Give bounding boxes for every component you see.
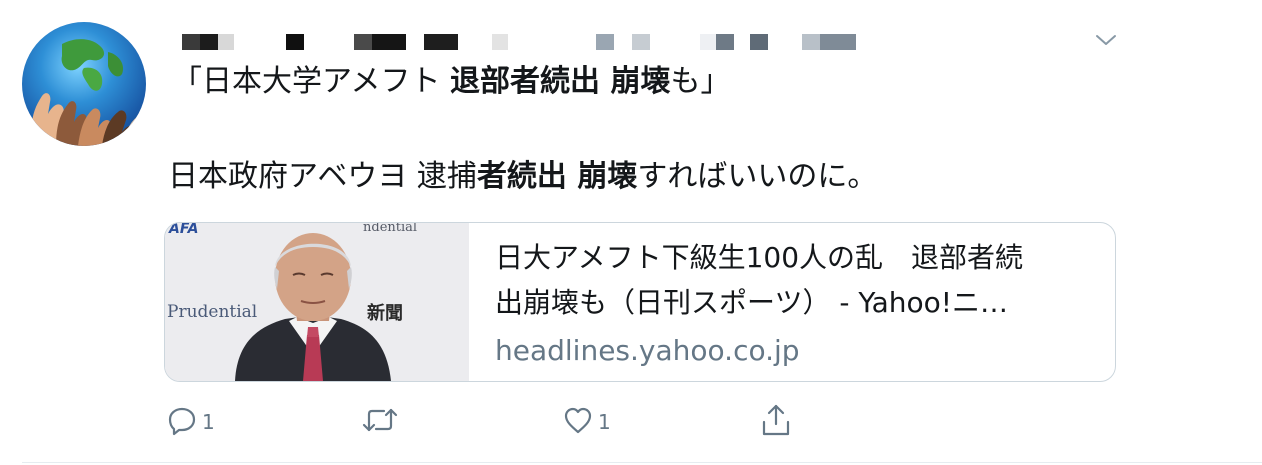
thumb-top-text: ndential — [363, 223, 417, 235]
body-part1: 日本政府アベウヨ 逮捕 — [168, 159, 477, 194]
tweet-quote-line: 「日本大学アメフト 退部者続出 崩壊も」 — [172, 62, 731, 102]
reply-icon — [166, 404, 198, 441]
share-icon — [758, 402, 794, 443]
like-button[interactable]: 1 — [562, 402, 611, 442]
card-thumbnail: AFA ndential Prudential 新聞 — [165, 223, 469, 381]
tweet-actions: 1 1 — [164, 402, 804, 442]
body-part2: すればいいのに。 — [637, 159, 878, 194]
thumb-logo-text: AFA — [168, 223, 198, 237]
reply-count: 1 — [202, 410, 215, 434]
tweet[interactable]: 「日本大学アメフト 退部者続出 崩壊も」 日本政府アベウヨ 逮捕者続出 崩壊すれ… — [0, 0, 1262, 465]
chevron-down-icon[interactable] — [1094, 28, 1118, 52]
tweet-body: 日本政府アベウヨ 逮捕者続出 崩壊すればいいのに。 — [168, 157, 877, 197]
card-text[interactable]: 日大アメフト下級生100人の乱 退部者続 出崩壊も（日刊スポーツ） - Yaho… — [495, 235, 1095, 371]
heart-icon — [562, 404, 594, 441]
link-card[interactable]: AFA ndential Prudential 新聞 日大アメフト下級生100人… — [164, 222, 1116, 382]
thumb-left-text: Prudential — [167, 302, 257, 322]
card-domain: headlines.yahoo.co.jp — [495, 334, 800, 367]
card-title-line1: 日大アメフト下級生100人の乱 退部者続 — [495, 241, 1024, 274]
quote-bold: 退部者続出 崩壊 — [450, 64, 671, 99]
divider — [22, 462, 1262, 463]
redacted-author-name[interactable] — [182, 34, 882, 52]
retweet-icon — [360, 404, 400, 441]
share-button[interactable] — [758, 402, 794, 442]
globe-hands-image — [31, 39, 145, 146]
avatar[interactable] — [22, 22, 146, 146]
like-count: 1 — [598, 410, 611, 434]
quote-prefix: 「日本大学アメフト — [172, 64, 451, 99]
quote-suffix: も」 — [670, 64, 731, 99]
retweet-button[interactable] — [360, 402, 404, 442]
reply-button[interactable]: 1 — [166, 402, 215, 442]
thumb-kanji-text: 新聞 — [367, 302, 403, 324]
body-bold: 者続出 崩壊 — [476, 159, 638, 194]
card-title-line2: 出崩壊も（日刊スポーツ） - Yahoo!ニ… — [495, 286, 1008, 319]
